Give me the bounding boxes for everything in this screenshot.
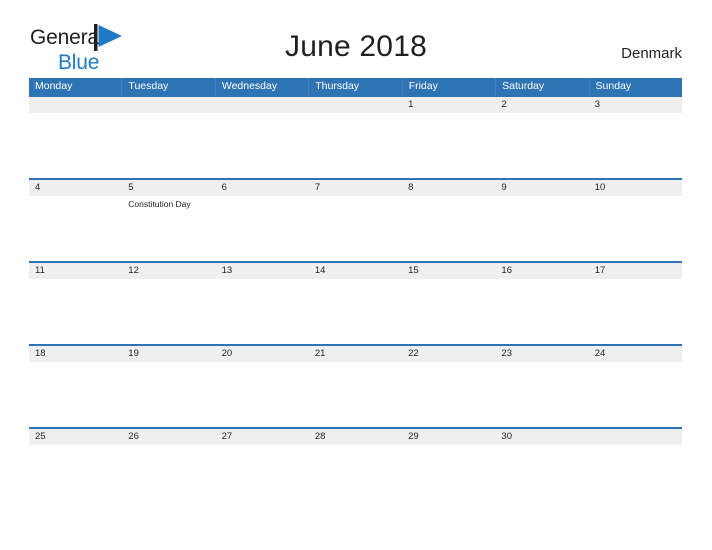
- day-number[interactable]: 8: [402, 180, 495, 196]
- weekday-header-monday: Monday: [29, 78, 123, 95]
- day-cell[interactable]: [216, 113, 309, 178]
- day-number[interactable]: 20: [216, 346, 309, 362]
- day-number[interactable]: 28: [309, 429, 402, 445]
- day-cell[interactable]: [589, 113, 682, 178]
- weekday-header-tuesday: Tuesday: [122, 78, 216, 95]
- day-number[interactable]: 12: [122, 263, 215, 279]
- country-label: Denmark: [621, 45, 682, 62]
- day-cell[interactable]: [495, 279, 588, 344]
- day-cell[interactable]: [495, 113, 588, 178]
- day-cell[interactable]: [216, 196, 309, 261]
- day-number[interactable]: 4: [29, 180, 122, 196]
- day-cell[interactable]: [589, 445, 682, 510]
- day-number[interactable]: [309, 97, 402, 113]
- calendar-page: General Blue June 2018 Denmark Monday Tu…: [0, 0, 712, 550]
- weekday-header-wednesday: Wednesday: [216, 78, 310, 95]
- week-body: [29, 445, 682, 510]
- day-number[interactable]: 25: [29, 429, 122, 445]
- calendar-week: 11 12 13 14 15 16 17: [29, 261, 682, 344]
- day-cell[interactable]: Constitution Day: [122, 196, 215, 261]
- day-cell[interactable]: [216, 445, 309, 510]
- calendar-grid: Monday Tuesday Wednesday Thursday Friday…: [29, 78, 682, 510]
- week-date-strip: 4 5 6 7 8 9 10: [29, 178, 682, 196]
- day-number[interactable]: 16: [495, 263, 588, 279]
- day-cell[interactable]: [122, 279, 215, 344]
- day-number[interactable]: 2: [495, 97, 588, 113]
- day-number[interactable]: [589, 429, 682, 445]
- day-number[interactable]: 9: [495, 180, 588, 196]
- calendar-week: 1 2 3: [29, 95, 682, 178]
- day-cell[interactable]: [309, 113, 402, 178]
- day-number[interactable]: 13: [216, 263, 309, 279]
- day-cell[interactable]: [29, 445, 122, 510]
- day-number[interactable]: 10: [589, 180, 682, 196]
- day-cell[interactable]: [495, 445, 588, 510]
- day-cell[interactable]: [122, 445, 215, 510]
- week-date-strip: 11 12 13 14 15 16 17: [29, 261, 682, 279]
- day-number[interactable]: 22: [402, 346, 495, 362]
- day-cell[interactable]: [122, 113, 215, 178]
- weekday-header-thursday: Thursday: [309, 78, 403, 95]
- day-number[interactable]: [216, 97, 309, 113]
- week-date-strip: 1 2 3: [29, 95, 682, 113]
- day-number[interactable]: 6: [216, 180, 309, 196]
- day-cell[interactable]: [29, 279, 122, 344]
- day-cell[interactable]: [309, 196, 402, 261]
- day-cell[interactable]: [589, 362, 682, 427]
- event-label: Constitution Day: [128, 199, 191, 209]
- day-number[interactable]: 14: [309, 263, 402, 279]
- day-cell[interactable]: [29, 362, 122, 427]
- day-cell[interactable]: [495, 196, 588, 261]
- week-body: [29, 362, 682, 427]
- day-cell[interactable]: [309, 362, 402, 427]
- day-cell[interactable]: [402, 196, 495, 261]
- day-number[interactable]: 3: [589, 97, 682, 113]
- weekday-header-sunday: Sunday: [595, 80, 632, 92]
- weekday-header-friday: Friday: [403, 78, 497, 95]
- day-number[interactable]: 11: [29, 263, 122, 279]
- weekday-header-saturday: Saturday: [496, 78, 590, 95]
- day-number[interactable]: 21: [309, 346, 402, 362]
- calendar-week: 4 5 6 7 8 9 10 Constitution Day: [29, 178, 682, 261]
- week-body: [29, 113, 682, 178]
- day-cell[interactable]: [402, 279, 495, 344]
- day-cell[interactable]: [402, 445, 495, 510]
- day-number[interactable]: 5: [122, 180, 215, 196]
- day-cell[interactable]: [589, 279, 682, 344]
- day-cell[interactable]: [216, 279, 309, 344]
- day-cell[interactable]: [402, 113, 495, 178]
- calendar-week: 25 26 27 28 29 30: [29, 427, 682, 510]
- day-number[interactable]: 15: [402, 263, 495, 279]
- day-number[interactable]: [122, 97, 215, 113]
- week-date-strip: 25 26 27 28 29 30: [29, 427, 682, 445]
- day-number[interactable]: 30: [495, 429, 588, 445]
- day-cell[interactable]: [495, 362, 588, 427]
- day-number[interactable]: 24: [589, 346, 682, 362]
- day-cell[interactable]: [309, 445, 402, 510]
- day-number[interactable]: [29, 97, 122, 113]
- day-number[interactable]: 29: [402, 429, 495, 445]
- day-number[interactable]: 23: [495, 346, 588, 362]
- day-number[interactable]: 17: [589, 263, 682, 279]
- day-cell[interactable]: [29, 113, 122, 178]
- page-header: General Blue June 2018 Denmark: [0, 0, 712, 78]
- day-cell[interactable]: [402, 362, 495, 427]
- week-body: [29, 279, 682, 344]
- day-cell[interactable]: [589, 196, 682, 261]
- day-cell[interactable]: [122, 362, 215, 427]
- day-cell[interactable]: [216, 362, 309, 427]
- page-title: June 2018: [285, 30, 427, 63]
- day-cell[interactable]: [29, 196, 122, 261]
- day-number[interactable]: 19: [122, 346, 215, 362]
- calendar-week: 18 19 20 21 22 23 24: [29, 344, 682, 427]
- weekday-header-row: Monday Tuesday Wednesday Thursday Friday…: [29, 78, 682, 95]
- day-number[interactable]: 7: [309, 180, 402, 196]
- day-cell[interactable]: [309, 279, 402, 344]
- day-number[interactable]: 18: [29, 346, 122, 362]
- day-number[interactable]: 27: [216, 429, 309, 445]
- week-body: Constitution Day: [29, 196, 682, 261]
- week-date-strip: 18 19 20 21 22 23 24: [29, 344, 682, 362]
- day-number[interactable]: 26: [122, 429, 215, 445]
- day-number[interactable]: 1: [402, 97, 495, 113]
